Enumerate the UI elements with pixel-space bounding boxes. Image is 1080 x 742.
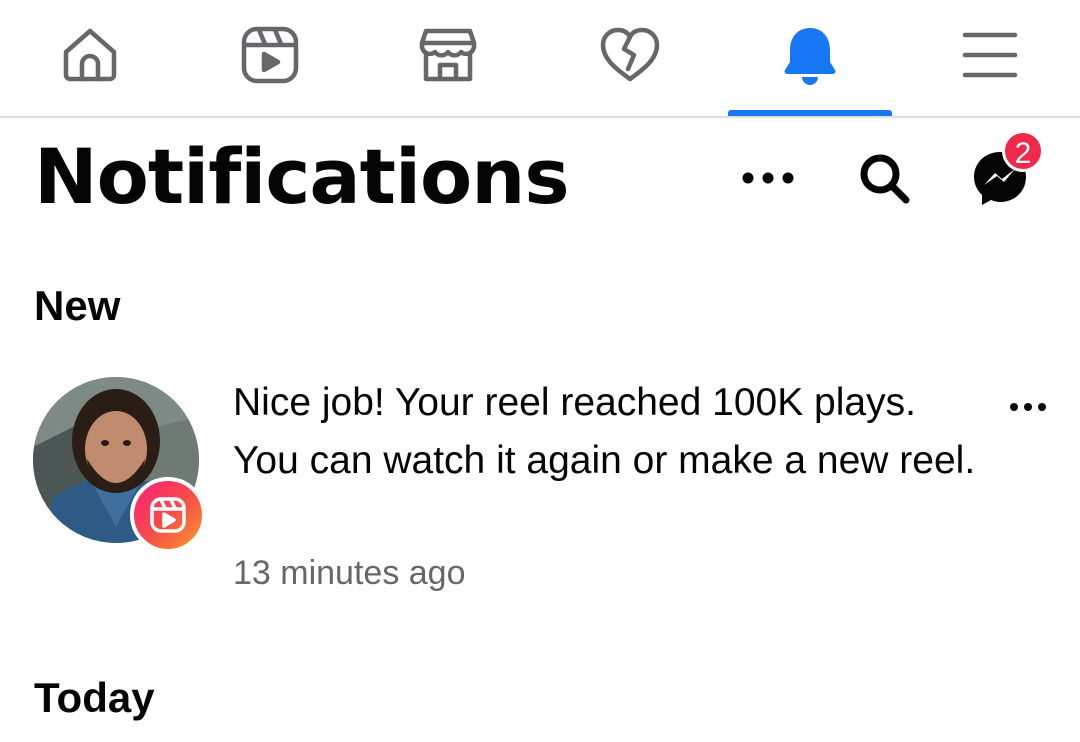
bell-icon	[784, 28, 836, 85]
page-title: Notifications	[34, 132, 570, 221]
section-heading-new: New	[34, 282, 121, 329]
home-icon	[63, 28, 117, 82]
heart-icon	[600, 27, 660, 82]
marketplace-icon	[419, 28, 477, 82]
reels-icon	[150, 497, 186, 533]
more-dots-icon	[1010, 403, 1046, 411]
messenger-button[interactable]: 2	[962, 130, 1044, 216]
hamburger-menu-icon	[962, 32, 1018, 78]
nav-tab-notifications[interactable]	[728, 0, 892, 116]
search-button[interactable]	[846, 140, 922, 216]
more-dots-icon	[742, 172, 794, 184]
search-icon	[860, 154, 910, 204]
nav-tab-home[interactable]	[8, 0, 172, 116]
section-heading-today: Today	[34, 674, 155, 721]
notification-timestamp: 13 minutes ago	[233, 554, 466, 592]
notification-more-button[interactable]	[990, 382, 1066, 432]
more-options-button[interactable]	[730, 140, 806, 216]
nav-tab-marketplace[interactable]	[366, 0, 530, 116]
nav-tab-menu[interactable]	[908, 0, 1072, 116]
reel-notification-badge	[130, 477, 206, 553]
top-navigation-bar	[0, 0, 1080, 118]
nav-tab-reels[interactable]	[188, 0, 352, 116]
nav-tab-dating[interactable]	[548, 0, 712, 116]
reels-icon	[241, 26, 299, 84]
notification-text: Nice job! Your reel reached 100K plays. …	[233, 381, 976, 482]
notification-item[interactable]: Nice job! Your reel reached 100K plays. …	[0, 360, 1080, 610]
unread-count-badge: 2	[1002, 130, 1044, 172]
